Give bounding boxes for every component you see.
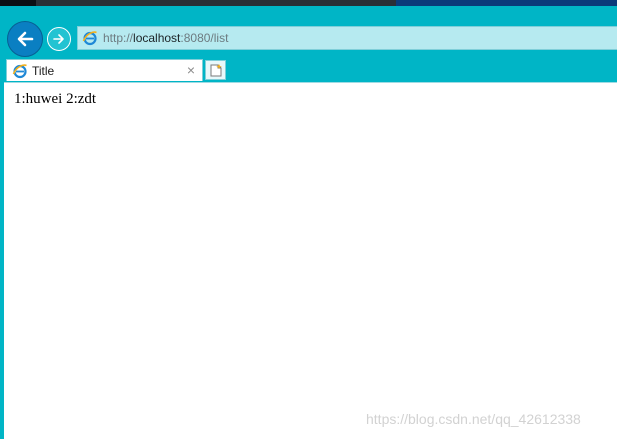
page-body-text: 1:huwei 2:zdt [14,91,97,107]
close-icon[interactable]: × [185,63,197,77]
back-button[interactable] [7,21,43,57]
ie-page-icon [82,30,98,46]
forward-button[interactable] [47,27,71,51]
page-content: 1:huwei 2:zdt https://blog.csdn.net/qq_4… [4,82,617,439]
watermark-text: https://blog.csdn.net/qq_42612338 [366,411,581,427]
new-tab-button[interactable] [205,60,226,80]
ie-page-icon [12,63,28,79]
browser-window: http://localhost:8080/list Title × 1:huw [0,0,617,439]
tab-title[interactable]: Title × [6,59,203,81]
tab-title-label: Title [32,63,55,78]
tab-strip: Title × [0,59,617,82]
forward-arrow-icon [53,34,64,44]
address-bar[interactable]: http://localhost:8080/list [77,26,617,50]
address-host: localhost [133,31,181,45]
back-arrow-icon [17,31,34,47]
new-tab-icon [210,63,222,76]
address-url[interactable]: http://localhost:8080/list [103,31,228,45]
